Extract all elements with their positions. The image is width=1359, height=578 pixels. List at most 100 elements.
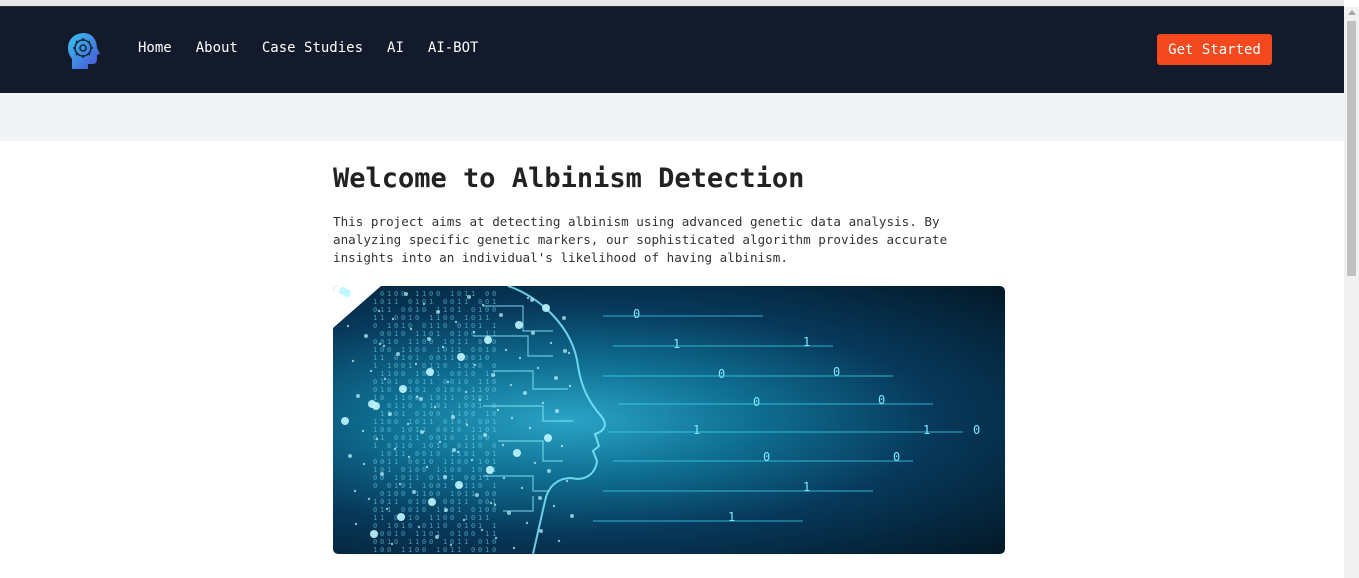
binary-digit: 1: [464, 298, 468, 306]
binary-digit: 1: [380, 450, 384, 458]
binary-digit: 1: [471, 434, 475, 442]
get-started-button[interactable]: Get Started: [1157, 34, 1272, 65]
binary-digit: 0: [422, 346, 426, 354]
binary-digit: 0: [394, 338, 398, 346]
binary-digit: 1: [394, 330, 398, 338]
binary-digit: 0: [457, 466, 461, 474]
binary-digit: 1: [485, 378, 489, 386]
binary-digit: 0: [443, 298, 447, 306]
binary-digit: 1: [380, 418, 384, 426]
particle-dot: [444, 508, 448, 512]
main-nav: Home About Case Studies AI AI-BOT: [138, 40, 502, 56]
binary-digit: 0: [457, 426, 461, 434]
binary-digit: 0: [464, 474, 468, 482]
binary-digit: 0: [471, 306, 475, 314]
binary-digit: 1: [673, 337, 680, 351]
particle-dot: [443, 475, 447, 479]
binary-digit: 1: [422, 418, 426, 426]
binary-digit: 0: [485, 306, 489, 314]
particle-dot: [380, 472, 384, 476]
binary-digit: 0: [471, 530, 475, 538]
binary-digit: 0: [429, 490, 433, 498]
binary-digit: 0: [394, 490, 398, 498]
binary-digit: 0: [429, 442, 433, 450]
binary-digit: 1: [457, 378, 461, 386]
binary-digit: 0: [471, 402, 475, 410]
particle-dot: [382, 344, 386, 348]
binary-digit: 0: [373, 306, 377, 314]
binary-digit: 0: [401, 482, 405, 490]
particle-dot: [426, 368, 434, 376]
binary-digit: 0: [471, 506, 475, 514]
binary-digit: 1: [450, 490, 454, 498]
binary-digit: 0: [387, 482, 391, 490]
binary-digit: 0: [450, 506, 454, 514]
binary-digit: 0: [457, 522, 461, 530]
scrollbar-thumb[interactable]: [1347, 21, 1356, 276]
binary-digit: 0: [380, 394, 384, 402]
binary-digit: 0: [373, 538, 377, 546]
particle-dot: [467, 295, 471, 299]
binary-digit: 1: [408, 514, 412, 522]
particle-dot: [565, 479, 569, 483]
binary-digit: 1: [415, 330, 419, 338]
binary-digit: 0: [401, 314, 405, 322]
binary-digit: 1: [478, 354, 482, 362]
nav-link-ai-bot[interactable]: AI-BOT: [428, 40, 479, 56]
scroll-up-arrow-icon[interactable]: [1348, 10, 1356, 15]
nav-link-ai[interactable]: AI: [387, 40, 404, 56]
binary-digit: 1: [485, 370, 489, 378]
nav-link-home[interactable]: Home: [138, 40, 172, 56]
binary-digit: 1: [394, 378, 398, 386]
hero-band: [0, 93, 1344, 141]
binary-digit: 0: [394, 418, 398, 426]
particle-dot: [417, 525, 421, 529]
particle-dot: [425, 465, 429, 469]
binary-digit: 1: [450, 458, 454, 466]
binary-digit: 1: [464, 442, 468, 450]
binary-digit: 0: [429, 354, 433, 362]
brain-gear-icon[interactable]: [66, 31, 102, 71]
binary-digit: 1: [401, 394, 405, 402]
binary-digit: 0: [415, 378, 419, 386]
binary-digit: 1: [478, 514, 482, 522]
particle-dot: [412, 490, 416, 494]
binary-digit: 1: [471, 290, 475, 298]
nav-link-case-studies[interactable]: Case Studies: [262, 40, 363, 56]
page-scrollbar[interactable]: [1344, 7, 1359, 578]
nav-link-about[interactable]: About: [196, 40, 238, 56]
binary-digit: 1: [485, 538, 489, 546]
binary-digit: 0: [408, 402, 412, 410]
binary-digit: 1: [380, 354, 384, 362]
particle-dot: [393, 447, 397, 451]
binary-digit: 0: [478, 442, 482, 450]
binary-digit: 0: [429, 482, 433, 490]
particle-dot: [562, 316, 566, 320]
binary-digit: 0: [429, 458, 433, 466]
binary-digit: 1: [394, 458, 398, 466]
binary-digit: 1: [429, 314, 433, 322]
particle-dot: [464, 390, 468, 394]
binary-digit: 0: [492, 546, 496, 554]
binary-digit: 0: [394, 522, 398, 530]
binary-digit: 1: [380, 410, 384, 418]
binary-digit: 0: [457, 458, 461, 466]
binary-digit: 1: [429, 402, 433, 410]
binary-digit: 1: [415, 306, 419, 314]
binary-digit: 0: [443, 546, 447, 554]
binary-digit: 0: [763, 450, 770, 464]
particle-dot: [502, 476, 506, 480]
binary-digit: 0: [492, 378, 496, 386]
binary-digit: 1: [387, 498, 391, 506]
binary-digit: 0: [478, 346, 482, 354]
particle-dot: [491, 373, 495, 377]
binary-digit: 0: [478, 298, 482, 306]
binary-digit: 0: [429, 330, 433, 338]
binary-digit: 1: [485, 474, 489, 482]
binary-digit: 0: [457, 370, 461, 378]
binary-digit: 0: [450, 338, 454, 346]
binary-digit: 1: [450, 418, 454, 426]
particle-dot: [560, 444, 564, 448]
binary-digit: 0: [408, 354, 412, 362]
binary-digit: 0: [471, 370, 475, 378]
